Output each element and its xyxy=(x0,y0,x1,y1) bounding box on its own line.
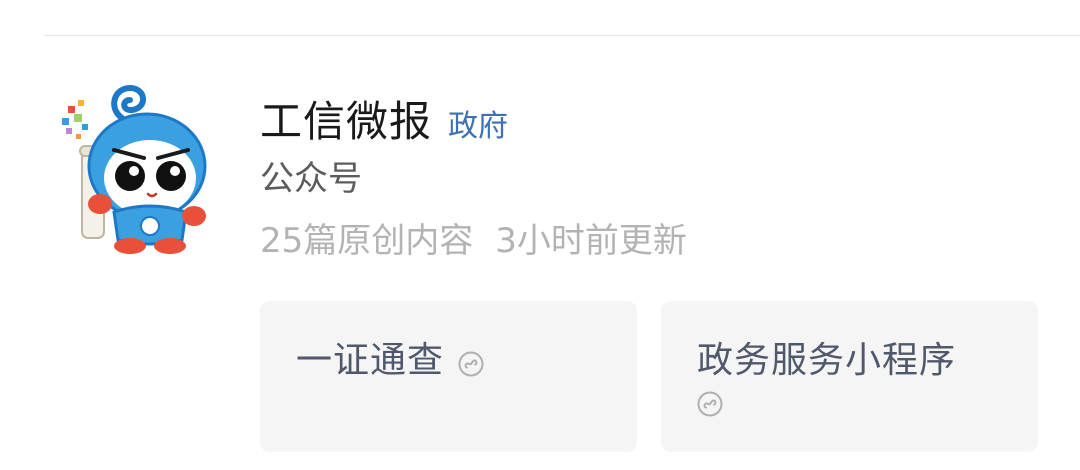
account-type: 公众号 xyxy=(260,159,362,199)
mini-program-label: 一证通查 xyxy=(296,340,445,381)
account-name[interactable]: 工信微报 xyxy=(260,88,432,149)
account-avatar[interactable] xyxy=(52,80,220,258)
mini-program-icon xyxy=(697,391,723,417)
account-name-row: 工信微报 政府 xyxy=(260,88,687,146)
mini-program-icon xyxy=(458,351,484,376)
update-time: 3小时前更新 xyxy=(495,221,687,261)
government-tag[interactable]: 政府 xyxy=(448,101,508,145)
account-stats: 25篇原创内容 3小时前更新 xyxy=(260,214,687,268)
original-count: 25篇原创内容 xyxy=(260,221,474,261)
account-info: 工信微报 政府 公众号 25篇原创内容 3小时前更新 xyxy=(260,88,687,268)
mini-program-label: 政务服务小程序 xyxy=(697,340,957,381)
mini-program-card-yizhengtongcha[interactable]: 一证通查 xyxy=(260,301,637,452)
top-divider xyxy=(44,35,1080,36)
mini-program-card-zhengwu-fuwu[interactable]: 政务服务小程序 xyxy=(661,301,1038,452)
